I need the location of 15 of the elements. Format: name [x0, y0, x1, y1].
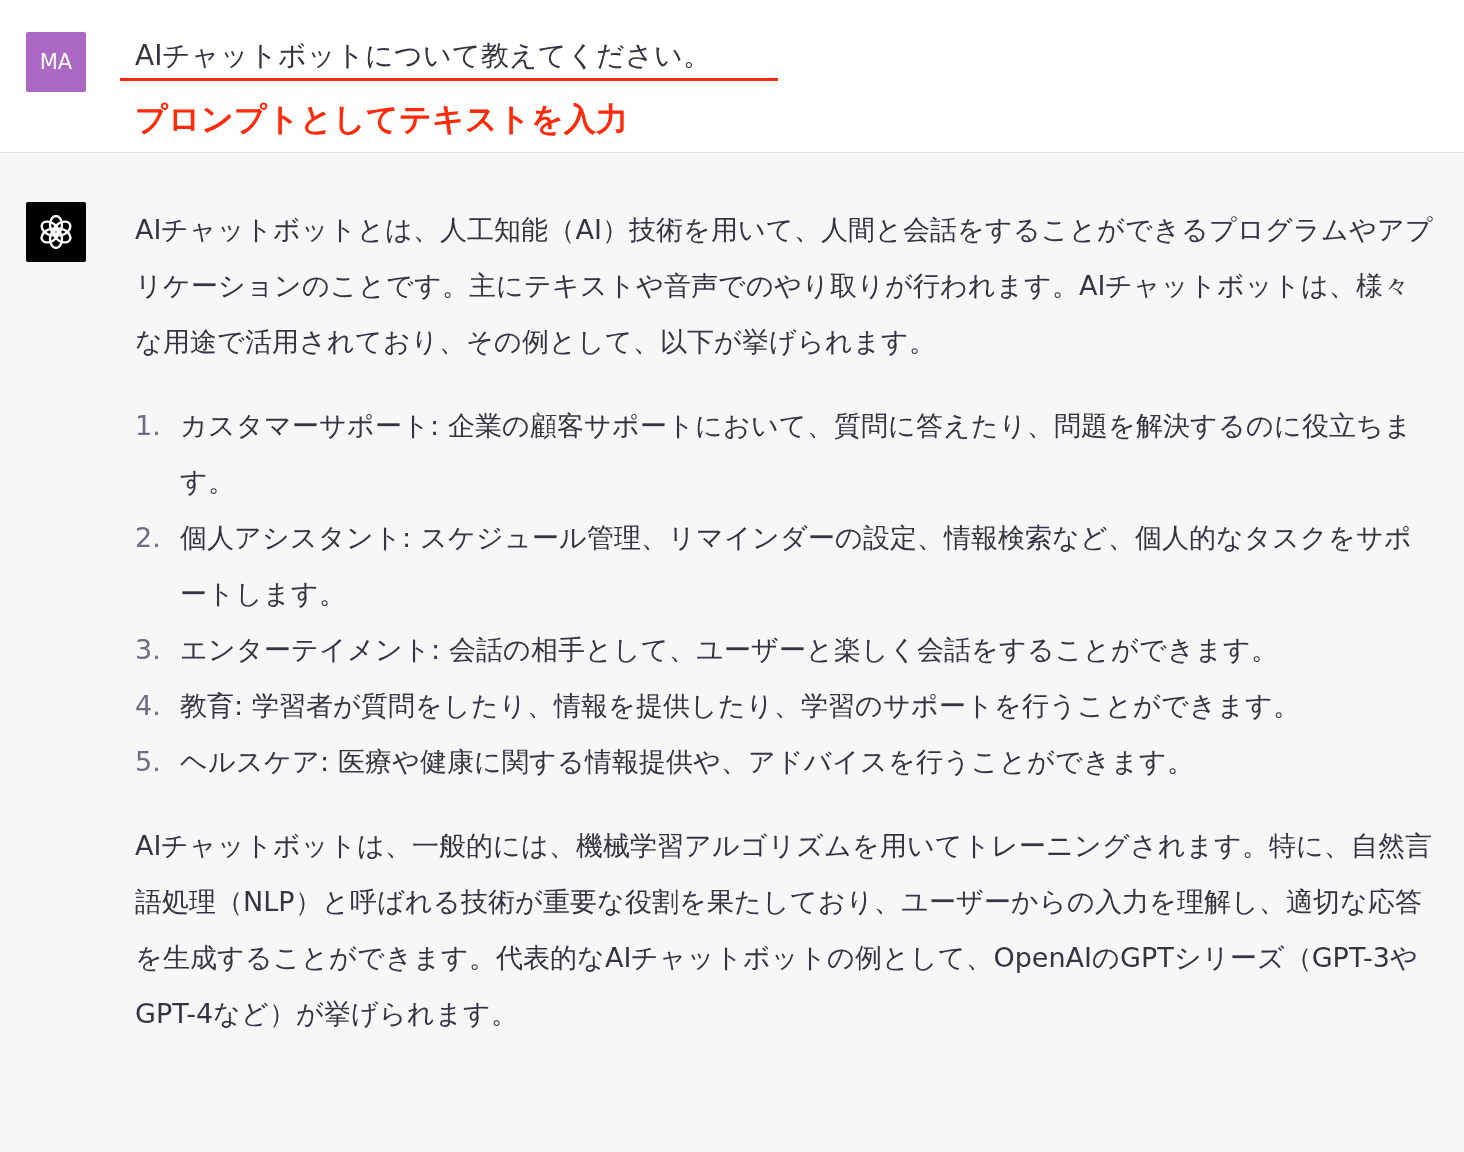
- user-message-text: AIチャットボットについて教えてください。: [135, 38, 713, 74]
- list-number: 1.: [135, 409, 162, 443]
- list-item-text: 個人アシスタント: スケジュール管理、リマインダーの設定、情報検索など、個人的なタスクをサポートします。: [180, 521, 1413, 611]
- list-item-text: カスタマーサポート: 企業の顧客サポートにおいて、質問に答えたり、問題を解決するのに役立ちます。: [180, 409, 1413, 499]
- list-item-text: 教育: 学習者が質問をしたり、情報を提供したり、学習のサポートを行うことができます。: [180, 689, 1301, 723]
- list-item-text: ヘルスケア: 医療や健康に関する情報提供や、アドバイスを行うことができます。: [180, 745, 1195, 779]
- user-avatar: MA: [26, 32, 86, 92]
- list-number: 2.: [135, 521, 162, 555]
- list-number: 3.: [135, 633, 162, 667]
- list-number: 5.: [135, 745, 162, 779]
- list-item-text: エンターテイメント: 会話の相手として、ユーザーと楽しく会話をすることができます。: [180, 633, 1279, 667]
- annotation-text: プロンプトとしてテキストを入力: [135, 99, 629, 139]
- intro-paragraph: AIチャットボットとは、人工知能（AI）技術を用いて、人間と会話をすることができるプログラムやアプリケーションのことです。主にテキストや音声でのやり取りが行われます。AIチャットボットは、様々な用途で活用されており、その例として、以下が挙げられます。: [135, 213, 1434, 359]
- closing-paragraph: AIチャットボットは、一般的には、機械学習アルゴリズムを用いてトレーニングされます。特に、自然言語処理（NLP）と呼ばれる技術が重要な役割を果たしており、ユーザーからの入力を理解し、適切な応答を生成することができます。代表的なAIチャットボットの例として、OpenAIのGPTシリーズ（GPT-3やGPT-4など）が挙げられます。: [135, 829, 1434, 1031]
- list-number: 4.: [135, 689, 162, 723]
